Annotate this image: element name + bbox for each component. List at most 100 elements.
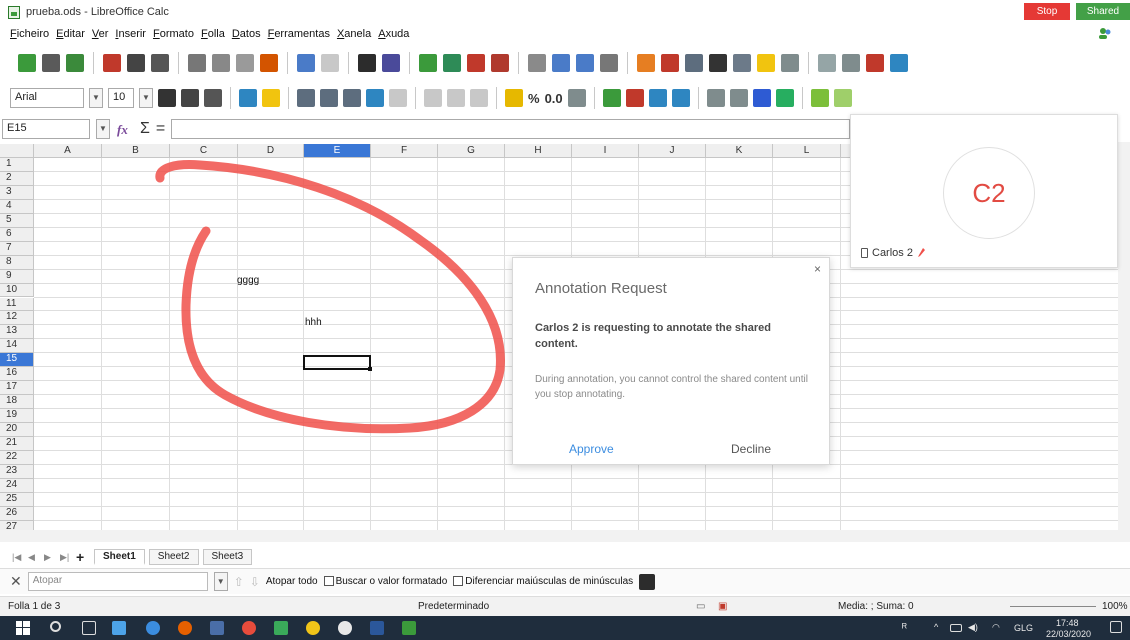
border-color-icon[interactable] — [752, 89, 771, 107]
font-name-dropdown-icon[interactable]: ▼ — [89, 88, 103, 108]
row-header-18[interactable]: 18 — [0, 395, 34, 410]
file-explorer-icon[interactable] — [112, 621, 126, 635]
align-left-icon[interactable] — [297, 89, 315, 107]
prev-sheet-icon[interactable]: ◀ — [28, 552, 40, 563]
task-view-icon[interactable] — [82, 621, 96, 635]
approve-button[interactable]: Approve — [569, 442, 614, 456]
edge-browser-icon[interactable] — [146, 621, 160, 635]
column-header-l[interactable]: L — [773, 144, 841, 158]
borders-icon[interactable] — [706, 89, 725, 107]
font-color-icon[interactable] — [239, 89, 257, 107]
horizontal-scrollbar[interactable] — [0, 530, 1130, 542]
column-header-b[interactable]: B — [102, 144, 170, 158]
row-header-7[interactable]: 7 — [0, 241, 34, 256]
row-header-15[interactable]: 15 — [0, 353, 34, 368]
menu-file[interactable]: Ficheiro — [10, 28, 49, 40]
print-icon[interactable] — [127, 54, 145, 72]
freeze-rows-icon[interactable] — [842, 54, 860, 72]
people-icon[interactable]: ᴿ — [902, 622, 907, 634]
percent-format-button[interactable]: % — [528, 91, 540, 106]
column-header-k[interactable]: K — [706, 144, 773, 158]
menu-view[interactable]: Ver — [92, 28, 109, 40]
search-icon[interactable] — [50, 621, 61, 632]
row-header-13[interactable]: 13 — [0, 325, 34, 340]
decrease-indent-icon[interactable] — [671, 89, 690, 107]
editor-icon[interactable] — [274, 621, 288, 635]
undo-icon[interactable] — [297, 54, 315, 72]
formatted-value-checkbox[interactable] — [323, 576, 334, 587]
highlight-color-icon[interactable] — [262, 89, 280, 107]
app-icon[interactable] — [210, 621, 224, 635]
menu-sheet[interactable]: Folla — [201, 28, 225, 40]
menu-format[interactable]: Formato — [153, 28, 194, 40]
cell-d9[interactable]: gggg — [237, 275, 259, 286]
column-header-i[interactable]: I — [572, 144, 639, 158]
sort-ascending-icon[interactable] — [552, 54, 570, 72]
sheet-tab-sheet3[interactable]: Sheet3 — [202, 549, 253, 565]
date-format-icon[interactable] — [567, 89, 586, 107]
find-all-button[interactable]: Atopar todo — [266, 576, 318, 587]
print-preview-icon[interactable] — [151, 54, 169, 72]
row-header-2[interactable]: 2 — [0, 171, 34, 186]
match-case-option[interactable]: Diferenciar maiúsculas de minúsculas — [453, 576, 633, 587]
insert-column-icon[interactable] — [443, 54, 461, 72]
hyperlink-icon[interactable] — [733, 54, 751, 72]
zoom-slider[interactable] — [1010, 606, 1096, 607]
add-decimal-icon[interactable] — [602, 89, 621, 107]
row-header-5[interactable]: 5 — [0, 213, 34, 228]
open-folder-icon[interactable] — [42, 54, 60, 72]
merge-cells-icon[interactable] — [389, 89, 407, 107]
autofilter-icon[interactable] — [600, 54, 618, 72]
fill-handle[interactable] — [368, 367, 372, 371]
column-header-a[interactable]: A — [34, 144, 102, 158]
conditional-format-icon[interactable] — [775, 89, 794, 107]
row-header-17[interactable]: 17 — [0, 381, 34, 396]
row-header-14[interactable]: 14 — [0, 339, 34, 354]
row-header-24[interactable]: 24 — [0, 478, 34, 493]
wrap-text-icon[interactable] — [366, 89, 384, 107]
input-language[interactable]: GLG — [1014, 623, 1033, 633]
special-character-icon[interactable] — [709, 54, 727, 72]
redo-icon[interactable] — [321, 54, 339, 72]
row-header-1[interactable]: 1 — [0, 158, 34, 172]
row-header-12[interactable]: 12 — [0, 311, 34, 326]
zoom-level[interactable]: 100% — [1102, 601, 1128, 612]
page-style-status[interactable]: Predeterminado — [418, 601, 489, 612]
collaboration-icon[interactable] — [1098, 26, 1112, 40]
find-replace-icon[interactable] — [358, 54, 376, 72]
bold-icon[interactable] — [158, 89, 176, 107]
row-header-19[interactable]: 19 — [0, 409, 34, 424]
column-header-d[interactable]: D — [238, 144, 304, 158]
clone-formatting-icon[interactable] — [260, 54, 278, 72]
insert-image-icon[interactable] — [637, 54, 655, 72]
formatted-value-option[interactable]: Buscar o valor formatado — [323, 576, 447, 587]
align-top-icon[interactable] — [424, 89, 442, 107]
insert-row-icon[interactable] — [419, 54, 437, 72]
menu-edit[interactable]: Editar — [56, 28, 85, 40]
sheet-tab-sheet2[interactable]: Sheet2 — [148, 549, 199, 565]
align-center-icon[interactable] — [320, 89, 338, 107]
find-history-dropdown-icon[interactable]: ▼ — [213, 572, 228, 591]
sum-status[interactable]: Media: ; Suma: 0 — [838, 601, 914, 612]
underline-icon[interactable] — [204, 89, 222, 107]
align-middle-icon[interactable] — [447, 89, 465, 107]
row-header-25[interactable]: 25 — [0, 492, 34, 507]
sum-button[interactable]: Σ — [140, 120, 150, 138]
spellcheck-icon[interactable] — [382, 54, 400, 72]
delete-row-icon[interactable] — [467, 54, 485, 72]
export-pdf-icon[interactable] — [103, 54, 121, 72]
insert-chart-icon[interactable] — [661, 54, 679, 72]
match-case-checkbox[interactable] — [453, 576, 464, 587]
row-header-23[interactable]: 23 — [0, 464, 34, 479]
wifi-icon[interactable]: ◠ — [992, 622, 1000, 633]
stop-sharing-button[interactable]: Stop — [1024, 3, 1070, 20]
column-header-e[interactable]: E — [304, 144, 371, 158]
border-style-icon[interactable] — [729, 89, 748, 107]
sort-descending-icon[interactable] — [576, 54, 594, 72]
number-format-button[interactable]: 0.0 — [545, 91, 563, 106]
font-size-box[interactable]: 10 — [108, 88, 134, 108]
digital-signature-icon[interactable]: ▣ — [718, 601, 727, 612]
row-header-6[interactable]: 6 — [0, 227, 34, 242]
clock-date[interactable]: 22/03/2020 — [1046, 629, 1091, 639]
pivot-table-icon[interactable] — [685, 54, 703, 72]
